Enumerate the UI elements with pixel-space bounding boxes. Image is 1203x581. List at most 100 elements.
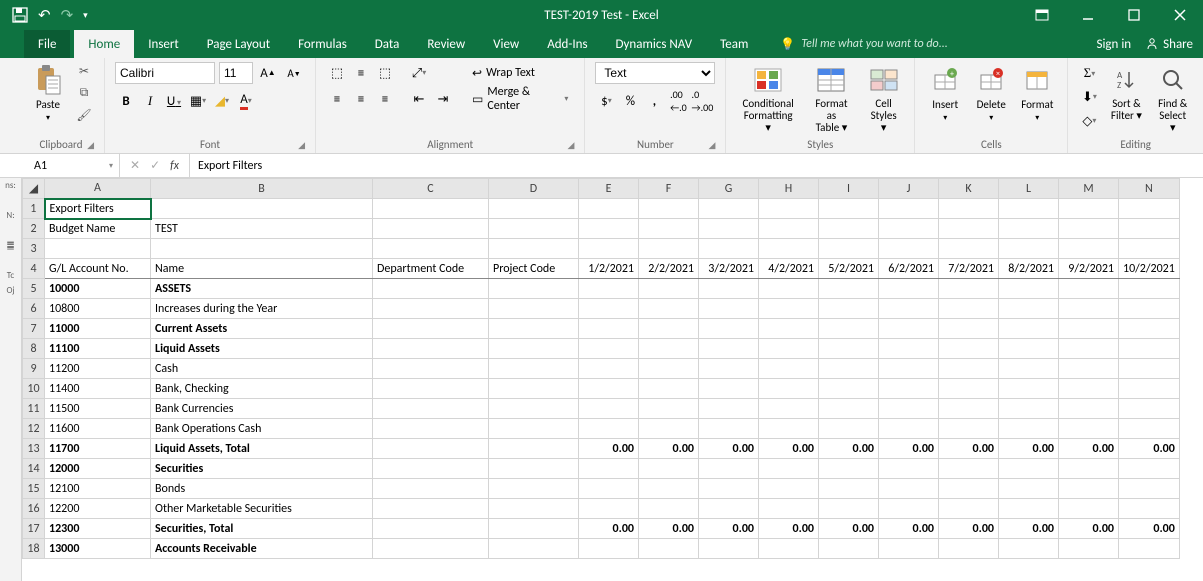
align-bottom-button[interactable]: ⬚ bbox=[374, 62, 396, 84]
cell[interactable] bbox=[1059, 239, 1119, 259]
autosum-button[interactable]: Σ bbox=[1078, 62, 1100, 84]
row-header[interactable]: 15 bbox=[23, 479, 45, 499]
cell[interactable] bbox=[939, 299, 999, 319]
ribbon-options-icon[interactable] bbox=[1019, 0, 1065, 30]
row-header[interactable]: 16 bbox=[23, 499, 45, 519]
find-select-button[interactable]: Find &Select ▾ bbox=[1152, 62, 1193, 136]
cell[interactable] bbox=[1059, 539, 1119, 559]
row-header[interactable]: 8 bbox=[23, 339, 45, 359]
cell[interactable] bbox=[579, 339, 639, 359]
cell[interactable] bbox=[999, 379, 1059, 399]
worksheet-grid[interactable]: ◢ABCDEFGHIJKLMN 1Export Filters2Budget N… bbox=[22, 178, 1203, 581]
cell[interactable] bbox=[879, 499, 939, 519]
border-button[interactable]: ▦ bbox=[187, 90, 209, 112]
tab-formulas[interactable]: Formulas bbox=[284, 30, 361, 58]
cell[interactable] bbox=[639, 499, 699, 519]
cell[interactable]: 4/2/2021 bbox=[759, 259, 819, 279]
cell[interactable] bbox=[819, 339, 879, 359]
cell[interactable]: 10/2/2021 bbox=[1119, 259, 1180, 279]
cell[interactable] bbox=[939, 199, 999, 219]
clear-button[interactable]: ◇ bbox=[1078, 110, 1100, 132]
cell[interactable] bbox=[489, 459, 579, 479]
column-header[interactable]: G bbox=[699, 179, 759, 199]
cell[interactable]: 11000 bbox=[45, 319, 151, 339]
cell[interactable] bbox=[759, 299, 819, 319]
cell[interactable] bbox=[699, 399, 759, 419]
cell[interactable]: 11100 bbox=[45, 339, 151, 359]
paste-button[interactable]: Paste ▾ bbox=[28, 62, 68, 125]
cell[interactable] bbox=[999, 239, 1059, 259]
cell[interactable] bbox=[373, 199, 489, 219]
row-header[interactable]: 4 bbox=[23, 259, 45, 279]
cell[interactable] bbox=[489, 479, 579, 499]
sort-filter-button[interactable]: AZ Sort &Filter ▾ bbox=[1106, 62, 1146, 124]
cell[interactable] bbox=[819, 359, 879, 379]
row-header[interactable]: 12 bbox=[23, 419, 45, 439]
italic-button[interactable]: I bbox=[139, 90, 161, 112]
cell[interactable] bbox=[489, 319, 579, 339]
cell[interactable] bbox=[1059, 339, 1119, 359]
row-header[interactable]: 10 bbox=[23, 379, 45, 399]
row-header[interactable]: 13 bbox=[23, 439, 45, 459]
cell[interactable] bbox=[373, 419, 489, 439]
cell[interactable] bbox=[699, 379, 759, 399]
cell[interactable] bbox=[373, 499, 489, 519]
cell[interactable] bbox=[489, 419, 579, 439]
cell[interactable] bbox=[939, 279, 999, 299]
accounting-format-button[interactable]: $ bbox=[595, 90, 617, 112]
cell[interactable] bbox=[1119, 499, 1180, 519]
cell[interactable] bbox=[999, 399, 1059, 419]
undo-icon[interactable]: ↶ bbox=[38, 6, 51, 25]
cell[interactable]: 0.00 bbox=[579, 519, 639, 539]
tab-dynamics-nav[interactable]: Dynamics NAV bbox=[602, 30, 707, 58]
number-format-select[interactable]: Text bbox=[595, 62, 715, 84]
format-painter-button[interactable]: 🖌 bbox=[74, 106, 94, 124]
cell[interactable] bbox=[939, 379, 999, 399]
cell[interactable] bbox=[1119, 539, 1180, 559]
cell[interactable] bbox=[879, 539, 939, 559]
cell[interactable] bbox=[699, 459, 759, 479]
cell[interactable] bbox=[699, 199, 759, 219]
cell[interactable] bbox=[489, 359, 579, 379]
fx-icon[interactable]: fx bbox=[170, 159, 179, 173]
cell[interactable] bbox=[699, 539, 759, 559]
cell[interactable] bbox=[489, 399, 579, 419]
signin-link[interactable]: Sign in bbox=[1096, 37, 1131, 52]
cell[interactable] bbox=[579, 239, 639, 259]
cell[interactable] bbox=[1059, 299, 1119, 319]
column-header[interactable]: C bbox=[373, 179, 489, 199]
cell[interactable]: 0.00 bbox=[879, 519, 939, 539]
cell[interactable]: Project Code bbox=[489, 259, 579, 279]
cell[interactable] bbox=[699, 299, 759, 319]
row-header[interactable]: 14 bbox=[23, 459, 45, 479]
tab-review[interactable]: Review bbox=[413, 30, 479, 58]
cell[interactable]: 3/2/2021 bbox=[699, 259, 759, 279]
cell[interactable] bbox=[939, 339, 999, 359]
cell-styles-button[interactable]: CellStyles ▾ bbox=[863, 62, 904, 136]
cell[interactable] bbox=[1059, 279, 1119, 299]
cell[interactable] bbox=[1119, 359, 1180, 379]
column-header[interactable]: D bbox=[489, 179, 579, 199]
align-right-button[interactable]: ≡ bbox=[374, 88, 396, 110]
cell[interactable] bbox=[579, 279, 639, 299]
cell[interactable]: 0.00 bbox=[939, 519, 999, 539]
tab-file[interactable]: File bbox=[24, 30, 70, 58]
cell[interactable] bbox=[819, 419, 879, 439]
cell[interactable] bbox=[579, 299, 639, 319]
cell[interactable] bbox=[151, 199, 373, 219]
cell[interactable] bbox=[579, 479, 639, 499]
cell[interactable] bbox=[879, 459, 939, 479]
select-all-cell[interactable]: ◢ bbox=[23, 179, 45, 199]
cell[interactable] bbox=[373, 539, 489, 559]
cell[interactable] bbox=[819, 539, 879, 559]
cell[interactable]: Department Code bbox=[373, 259, 489, 279]
cell[interactable]: ASSETS bbox=[151, 279, 373, 299]
cell[interactable]: 0.00 bbox=[1059, 439, 1119, 459]
qat-dropdown-icon[interactable]: ▾ bbox=[83, 10, 88, 21]
row-header[interactable]: 7 bbox=[23, 319, 45, 339]
font-color-button[interactable]: A bbox=[235, 90, 257, 112]
cell[interactable] bbox=[879, 399, 939, 419]
cell[interactable] bbox=[879, 319, 939, 339]
cell[interactable] bbox=[939, 419, 999, 439]
cell[interactable]: 0.00 bbox=[639, 519, 699, 539]
